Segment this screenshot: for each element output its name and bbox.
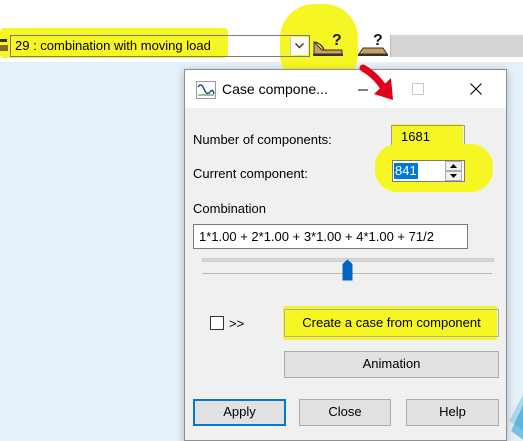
maximize-button[interactable] — [403, 77, 433, 101]
case-combo-value: 29 : combination with moving load — [15, 38, 211, 53]
dialog-title: Case compone... — [222, 81, 328, 97]
wave-icon — [196, 81, 216, 99]
combination-value: 1*1.00 + 2*1.00 + 3*1.00 + 4*1.00 + 71/2 — [199, 229, 434, 244]
animation-button[interactable]: Animation — [284, 351, 499, 378]
combination-field: 1*1.00 + 2*1.00 + 3*1.00 + 4*1.00 + 71/2 — [193, 224, 468, 249]
close-icon[interactable] — [461, 77, 491, 101]
current-component-label: Current component: — [193, 166, 308, 181]
spin-down-button[interactable] — [445, 171, 462, 181]
case-icon — [0, 39, 8, 51]
help-button[interactable]: Help — [406, 399, 499, 426]
create-case-button[interactable]: Create a case from component — [284, 309, 499, 337]
chevron-down-icon[interactable] — [290, 37, 308, 55]
dialog-titlebar[interactable]: Case compone... — [185, 70, 506, 108]
case-components-tool-icon[interactable]: ? — [312, 30, 344, 58]
case-info-tool-icon[interactable]: ? — [357, 30, 389, 58]
spin-up-button[interactable] — [445, 161, 462, 171]
component-slider[interactable] — [202, 252, 494, 282]
case-combo[interactable]: 29 : combination with moving load — [10, 35, 310, 57]
model-fragment — [509, 394, 523, 440]
close-button[interactable]: Close — [299, 399, 391, 426]
combination-label: Combination — [193, 201, 266, 216]
svg-text:?: ? — [332, 32, 342, 49]
slider-thumb[interactable] — [342, 259, 353, 281]
expand-checkbox[interactable] — [210, 316, 224, 330]
toolbar-field — [390, 35, 523, 57]
svg-text:?: ? — [373, 32, 383, 49]
case-components-dialog: Case compone... Number of components: 16… — [184, 69, 507, 441]
current-component-value[interactable]: 841 — [394, 163, 418, 179]
red-arrow-annotation — [359, 64, 393, 100]
number-of-components-label: Number of components: — [193, 132, 332, 147]
expand-label: >> — [229, 316, 245, 331]
apply-button[interactable]: Apply — [193, 399, 286, 426]
number-of-components-value: 1681 — [401, 129, 430, 144]
